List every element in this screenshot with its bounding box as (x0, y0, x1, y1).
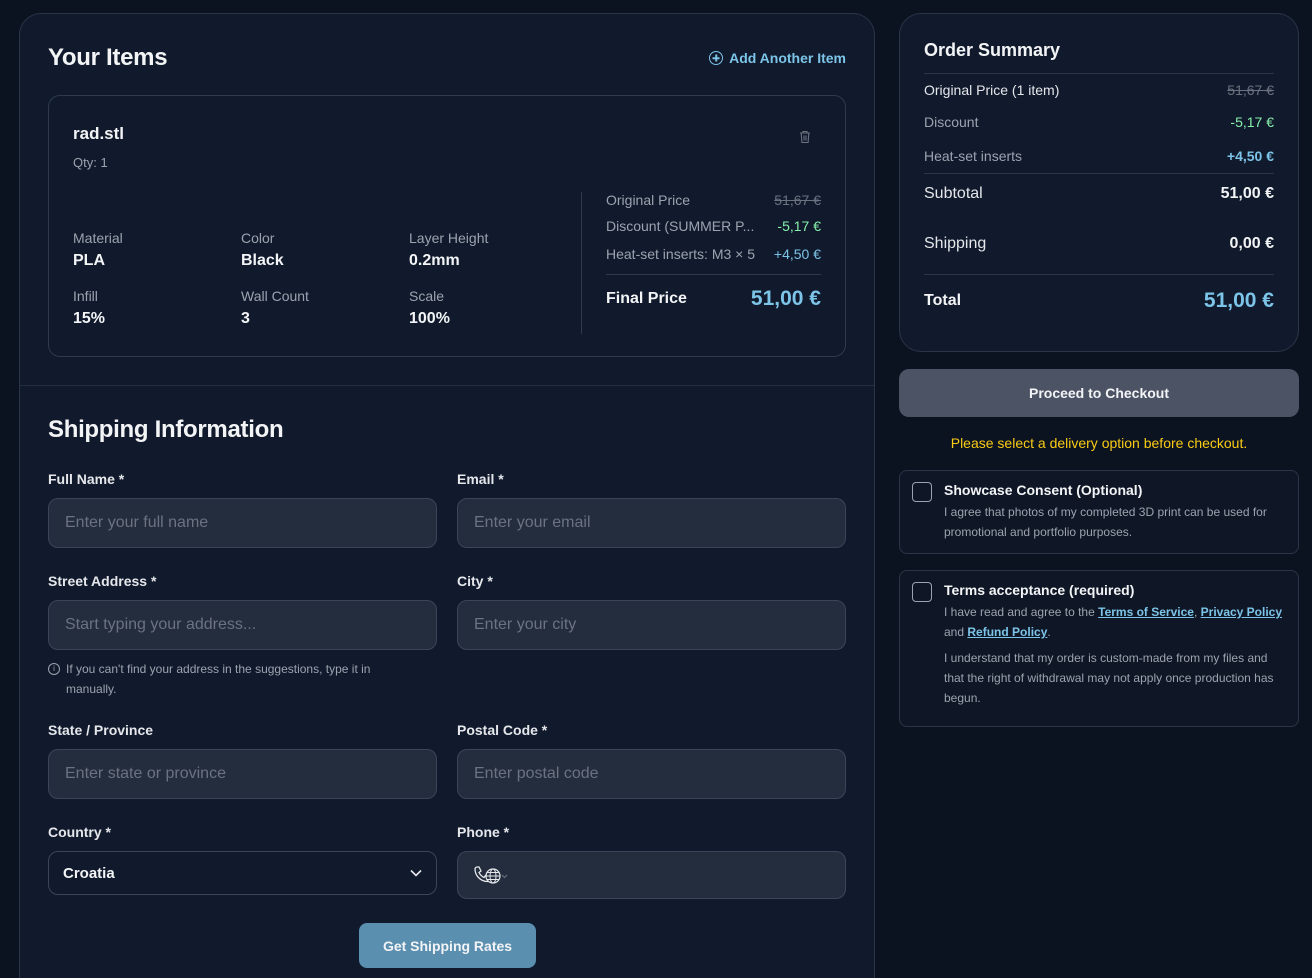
spec-color: Color Black (241, 230, 284, 269)
item-original-price-row: Original Price 51,67 € (606, 192, 821, 208)
delivery-warning: Please select a delivery option before c… (950, 435, 1248, 451)
globe-phone-icon[interactable] (472, 864, 508, 886)
shipping-title: Shipping Information (48, 416, 284, 443)
item-name: rad.stl (73, 124, 125, 143)
full-name-field: Full Name * (48, 471, 437, 548)
phone-field: Phone * (457, 824, 846, 899)
summary-separator (924, 73, 1274, 74)
items-header: Your Items Add Another Item (48, 44, 846, 74)
summary-subtotal-row: Subtotal 51,00 € (924, 185, 1274, 202)
refund-policy-link[interactable]: Refund Policy (967, 625, 1047, 639)
spec-layer-height: Layer Height 0.2mm (409, 230, 489, 269)
spec-infill: Infill 15% (73, 288, 106, 327)
proceed-to-checkout-button[interactable]: Proceed to Checkout (899, 369, 1299, 417)
order-sidebar: Order Summary Original Price (1 item) 51… (899, 13, 1299, 727)
section-divider (20, 385, 874, 386)
street-address-input[interactable] (48, 600, 437, 650)
item-quantity: Qty: 1 (73, 155, 108, 170)
get-shipping-rates-button[interactable]: Get Shipping Rates (359, 923, 536, 968)
item-inserts-row: Heat-set inserts: M3 × 5 +4,50 € (606, 246, 821, 262)
postal-code-field: Postal Code * (457, 722, 846, 799)
info-icon: i (48, 663, 60, 675)
chevron-down-icon (410, 869, 422, 877)
terms-acceptance-box: Terms acceptance (required) I have read … (899, 570, 1299, 727)
summary-original-row: Original Price (1 item) 51,67 € (924, 82, 1274, 98)
price-separator (606, 274, 821, 275)
summary-discount-row: Discount -5,17 € (924, 114, 1274, 130)
terms-agreement-text: I have read and agree to the Terms of Se… (944, 605, 1283, 639)
spec-wall-count: Wall Count 3 (241, 288, 309, 327)
item-discount-row: Discount (SUMMER P... -5,17 € (606, 218, 821, 234)
full-name-input[interactable] (48, 498, 437, 548)
terms-checkbox[interactable] (912, 582, 932, 602)
summary-inserts-row: Heat-set inserts +4,50 € (924, 148, 1274, 164)
terms-of-service-link[interactable]: Terms of Service (1098, 605, 1194, 619)
country-field: Country * Croatia (48, 824, 437, 895)
phone-input[interactable] (457, 851, 846, 899)
item-card: rad.stl Qty: 1 Material PLA Color Black … (48, 95, 846, 357)
add-item-label: Add Another Item (729, 50, 846, 66)
summary-shipping-row: Shipping 0,00 € (924, 235, 1274, 252)
email-field: Email * (457, 471, 846, 548)
state-input[interactable] (48, 749, 437, 799)
spec-scale: Scale 100% (409, 288, 450, 327)
summary-total-row: Total 51,00 € (924, 289, 1274, 312)
email-input[interactable] (457, 498, 846, 548)
order-summary-card: Order Summary Original Price (1 item) 51… (899, 13, 1299, 352)
country-select[interactable]: Croatia (48, 851, 437, 895)
price-divider (581, 192, 582, 334)
privacy-policy-link[interactable]: Privacy Policy (1201, 605, 1282, 619)
add-item-button[interactable]: Add Another Item (709, 50, 846, 66)
showcase-consent-checkbox[interactable] (912, 482, 932, 502)
terms-title: Terms acceptance (required) (944, 582, 1135, 598)
state-field: State / Province (48, 722, 437, 799)
cart-panel: Your Items Add Another Item rad.stl Qty:… (19, 13, 875, 978)
plus-circle-icon (709, 51, 724, 65)
city-field: City * (457, 573, 846, 650)
item-final-price-row: Final Price 51,00 € (606, 287, 821, 310)
address-hint: i If you can't find your address in the … (48, 659, 437, 699)
postal-code-input[interactable] (457, 749, 846, 799)
street-address-field: Street Address * i If you can't find you… (48, 573, 437, 699)
showcase-consent-title: Showcase Consent (Optional) (944, 482, 1143, 498)
order-summary-title: Order Summary (924, 40, 1061, 60)
withdrawal-note: I understand that my order is custom-mad… (944, 651, 1274, 705)
showcase-consent-box: Showcase Consent (Optional) I agree that… (899, 470, 1299, 554)
spec-material: Material PLA (73, 230, 123, 269)
showcase-consent-text: I agree that photos of my completed 3D p… (944, 505, 1267, 539)
city-input[interactable] (457, 600, 846, 650)
trash-icon[interactable] (799, 130, 811, 144)
item-price-block: Original Price 51,67 € Discount (SUMMER … (606, 192, 821, 311)
